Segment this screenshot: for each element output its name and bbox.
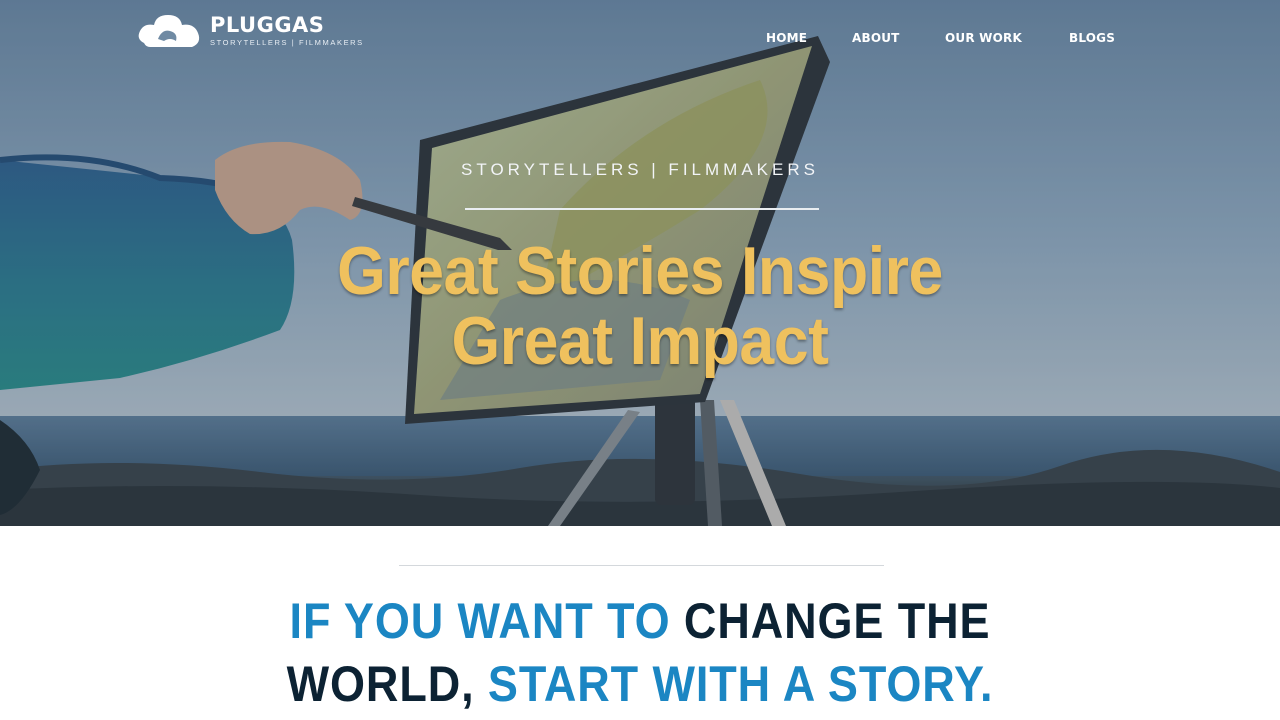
tagline-part-2: CHANGE THE bbox=[683, 593, 991, 649]
hero-divider bbox=[465, 208, 819, 210]
hero-eyebrow: STORYTELLERS | FILMMAKERS bbox=[461, 160, 819, 179]
tagline-part-1: IF YOU WANT TO bbox=[289, 593, 671, 649]
tagline-part-3: WORLD, bbox=[286, 656, 475, 712]
tagline-part-4: START WITH A STORY. bbox=[487, 656, 994, 712]
brand-name: PLUGGAS bbox=[210, 12, 325, 37]
hero-section: PLUGGAS STORYTELLERS | FILMMAKERS HOME A… bbox=[0, 0, 1280, 526]
hero-headline: Great Stories Inspire Great Impact bbox=[51, 236, 1229, 376]
nav-blogs[interactable]: BLOGS bbox=[1069, 31, 1115, 45]
nav-our-work[interactable]: OUR WORK bbox=[945, 31, 1022, 45]
nav-home[interactable]: HOME bbox=[766, 31, 807, 45]
story-tagline: IF YOU WANT TO CHANGE THE WORLD, START W… bbox=[64, 590, 1216, 716]
brand-logo[interactable]: PLUGGAS STORYTELLERS | FILMMAKERS bbox=[136, 9, 364, 51]
hero-headline-line2: Great Impact bbox=[451, 303, 829, 379]
section-divider bbox=[399, 565, 884, 566]
brand-tagline: STORYTELLERS | FILMMAKERS bbox=[210, 37, 364, 47]
hero-headline-line1: Great Stories Inspire bbox=[337, 233, 943, 309]
cloud-logo-icon bbox=[138, 15, 200, 47]
site-header: PLUGGAS STORYTELLERS | FILMMAKERS HOME A… bbox=[0, 0, 1280, 80]
nav-about[interactable]: ABOUT bbox=[852, 31, 900, 45]
